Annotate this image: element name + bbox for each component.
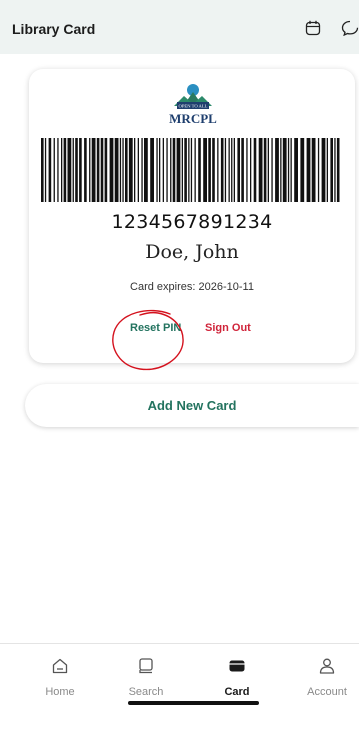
account-icon	[319, 658, 335, 674]
bottom-tab-bar: Home Search Card Account	[0, 643, 359, 732]
svg-text:MRCPL: MRCPL	[169, 111, 217, 126]
card-number: 1234567891234	[111, 211, 273, 233]
tab-label: Account	[307, 686, 347, 698]
page-title: Library Card	[12, 21, 96, 37]
card-icon	[229, 660, 245, 672]
calendar-icon[interactable]	[305, 20, 321, 36]
chat-icon[interactable]	[341, 20, 359, 36]
tab-label: Card	[224, 686, 250, 698]
library-card: OPEN TO ALL MRCPL 1234567891234 Doe, Joh…	[29, 69, 355, 363]
tab-label: Home	[45, 686, 75, 698]
book-search-icon	[139, 658, 153, 674]
tab-home[interactable]: Home	[15, 644, 105, 714]
top-header: Library Card	[0, 0, 359, 54]
reset-pin-button[interactable]: Reset PIN	[130, 322, 181, 334]
add-new-card-button[interactable]: Add New Card	[25, 384, 359, 427]
tab-label: Search	[128, 686, 164, 698]
home-indicator	[128, 701, 259, 705]
sign-out-button[interactable]: Sign Out	[205, 322, 251, 334]
svg-text:OPEN TO ALL: OPEN TO ALL	[179, 103, 208, 108]
home-icon	[52, 658, 68, 674]
barcode	[41, 138, 340, 202]
tab-account[interactable]: Account	[282, 644, 359, 714]
card-expiry: Card expires: 2026-10-11	[130, 281, 254, 293]
card-holder-name: Doe, John	[145, 241, 239, 263]
mrcpl-logo: OPEN TO ALL MRCPL	[169, 84, 217, 126]
